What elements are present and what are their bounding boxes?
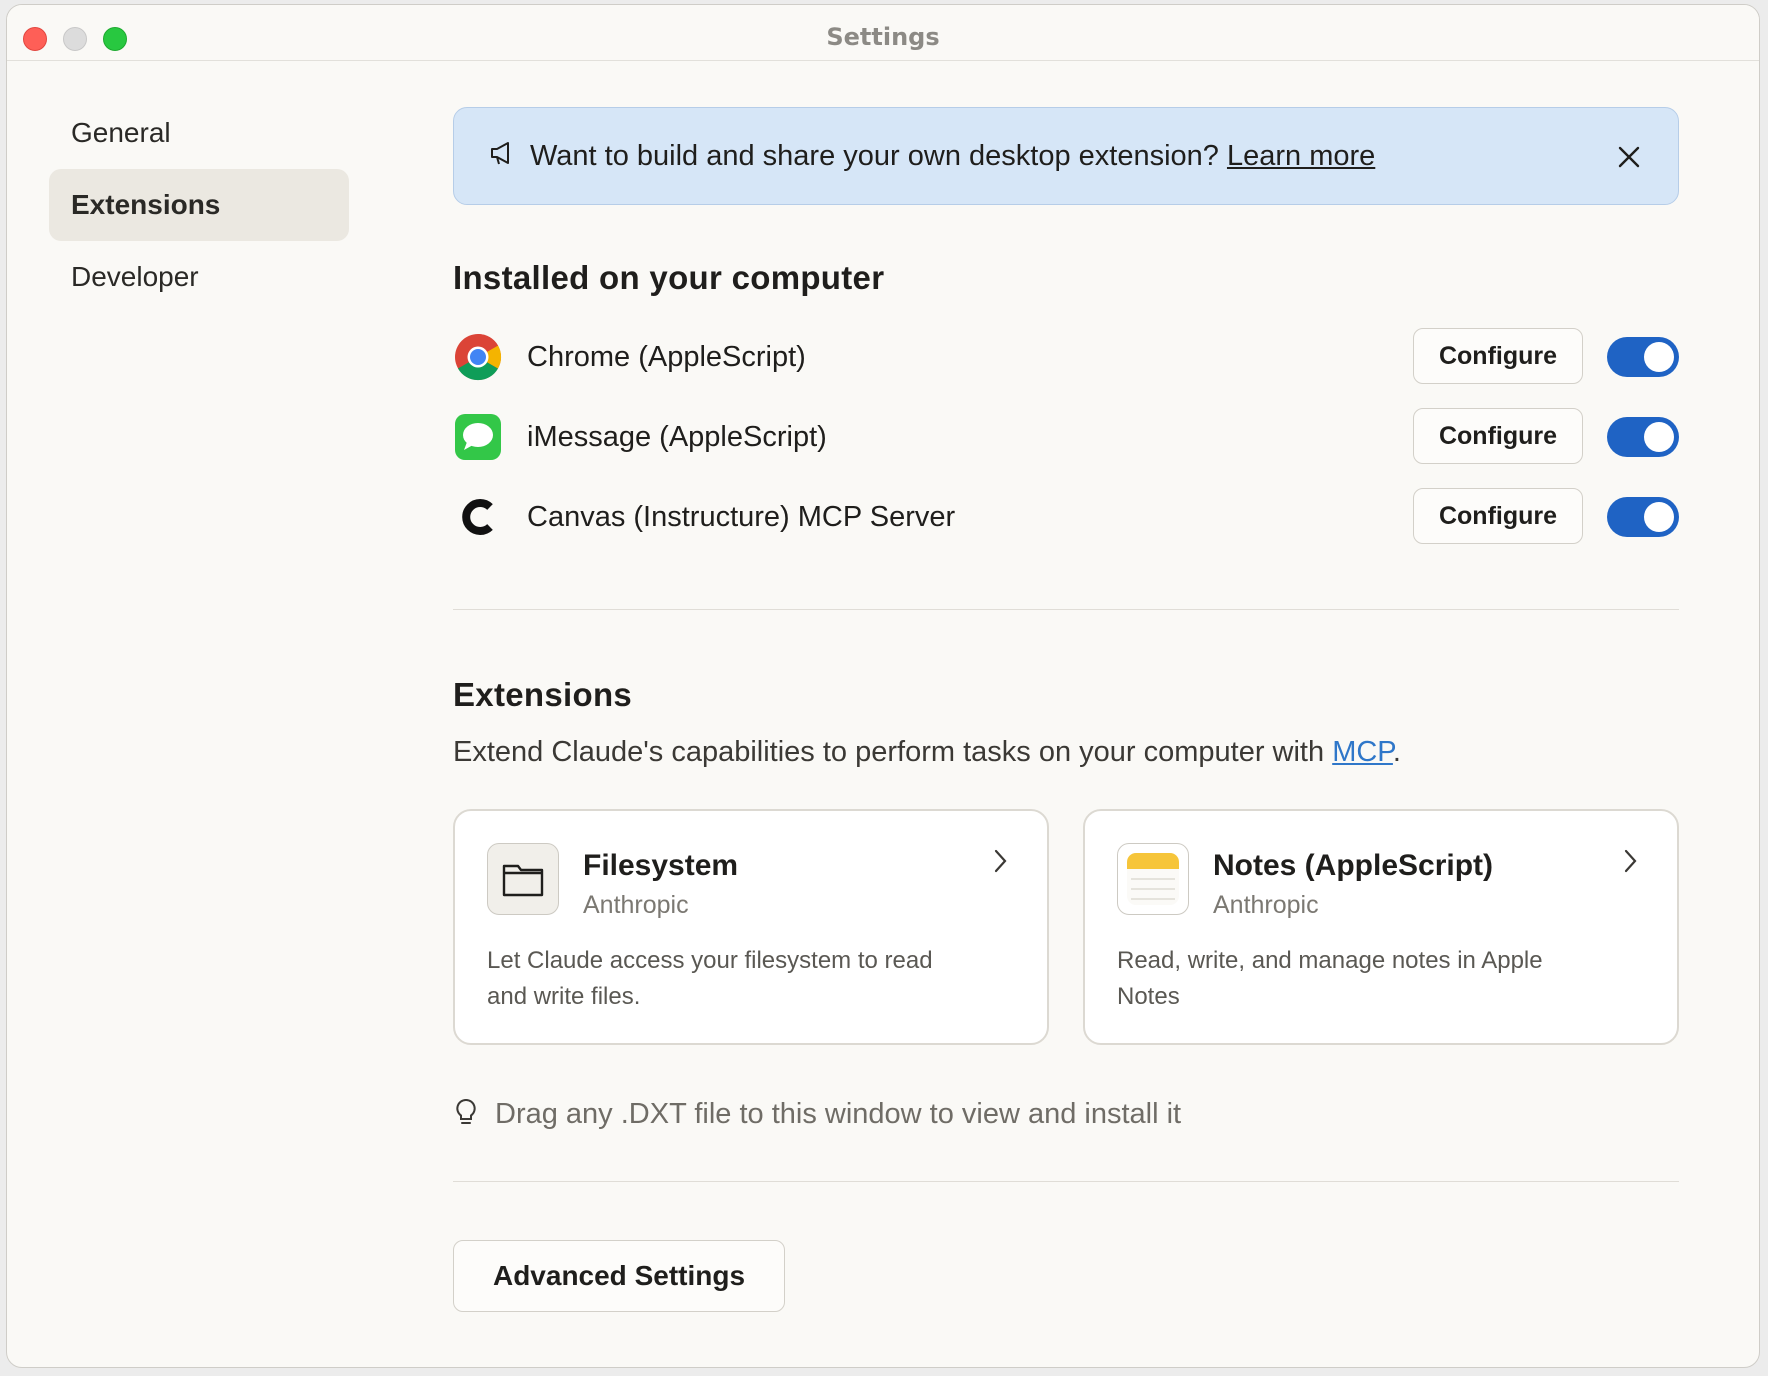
settings-window: Settings General Extensions Developer Wa… — [6, 4, 1760, 1368]
notes-icon — [1117, 843, 1189, 915]
card-author: Anthropic — [1213, 891, 1319, 919]
sidebar-item-general[interactable]: General — [49, 97, 349, 169]
info-banner: Want to build and share your own desktop… — [453, 107, 1679, 205]
chevron-right-icon — [1619, 847, 1641, 875]
close-icon[interactable] — [1614, 142, 1644, 172]
mcp-link[interactable]: MCP — [1332, 736, 1393, 768]
configure-button[interactable]: Configure — [1413, 328, 1583, 384]
list-item: Canvas (Instructure) MCP Server Configur… — [453, 477, 1679, 557]
sidebar-item-developer[interactable]: Developer — [49, 241, 349, 313]
title-bar: Settings — [7, 5, 1759, 61]
lightbulb-icon — [453, 1097, 479, 1131]
card-author: Anthropic — [583, 891, 689, 919]
section-divider — [453, 1181, 1679, 1182]
main-content: Want to build and share your own desktop… — [453, 107, 1679, 1312]
extensions-section-title: Extensions — [453, 676, 633, 713]
learn-more-link[interactable]: Learn more — [1227, 140, 1375, 172]
advanced-settings-button[interactable]: Advanced Settings — [453, 1240, 785, 1312]
sidebar: General Extensions Developer — [49, 97, 349, 313]
extension-name: iMessage (AppleScript) — [527, 420, 827, 453]
sidebar-item-extensions[interactable]: Extensions — [49, 169, 349, 241]
extension-card-notes[interactable]: Notes (AppleScript) Anthropic Read, writ… — [1083, 809, 1679, 1045]
extension-name: Chrome (AppleScript) — [527, 340, 806, 373]
card-title: Filesystem — [583, 849, 739, 882]
card-description: Let Claude access your filesystem to rea… — [487, 947, 933, 1010]
folder-icon — [487, 843, 559, 915]
enable-toggle[interactable] — [1607, 497, 1679, 537]
card-title: Notes (AppleScript) — [1213, 849, 1494, 882]
list-item: Chrome (AppleScript) Configure — [453, 317, 1679, 397]
chrome-icon — [453, 332, 503, 382]
drag-hint: Drag any .DXT file to this window to vie… — [453, 1097, 1679, 1131]
megaphone-icon — [488, 140, 516, 172]
card-description: Read, write, and manage notes in Apple N… — [1117, 947, 1543, 1010]
extensions-subtitle: Extend Claude's capabilities to perform … — [453, 736, 1401, 768]
enable-toggle[interactable] — [1607, 337, 1679, 377]
window-title: Settings — [826, 23, 940, 51]
enable-toggle[interactable] — [1607, 417, 1679, 457]
extension-cards: Filesystem Anthropic Let Claude access y… — [453, 809, 1679, 1045]
section-divider — [453, 609, 1679, 610]
list-item: iMessage (AppleScript) Configure — [453, 397, 1679, 477]
configure-button[interactable]: Configure — [1413, 408, 1583, 464]
canvas-icon — [453, 492, 503, 542]
installed-list: Chrome (AppleScript) Configure iMessage … — [453, 317, 1679, 557]
installed-section-title: Installed on your computer — [453, 259, 885, 296]
extension-name: Canvas (Instructure) MCP Server — [527, 500, 956, 533]
configure-button[interactable]: Configure — [1413, 488, 1583, 544]
imessage-icon — [453, 412, 503, 462]
chevron-right-icon — [989, 847, 1011, 875]
extension-card-filesystem[interactable]: Filesystem Anthropic Let Claude access y… — [453, 809, 1049, 1045]
hint-text: Drag any .DXT file to this window to vie… — [495, 1097, 1182, 1130]
banner-text: Want to build and share your own desktop… — [530, 139, 1376, 172]
